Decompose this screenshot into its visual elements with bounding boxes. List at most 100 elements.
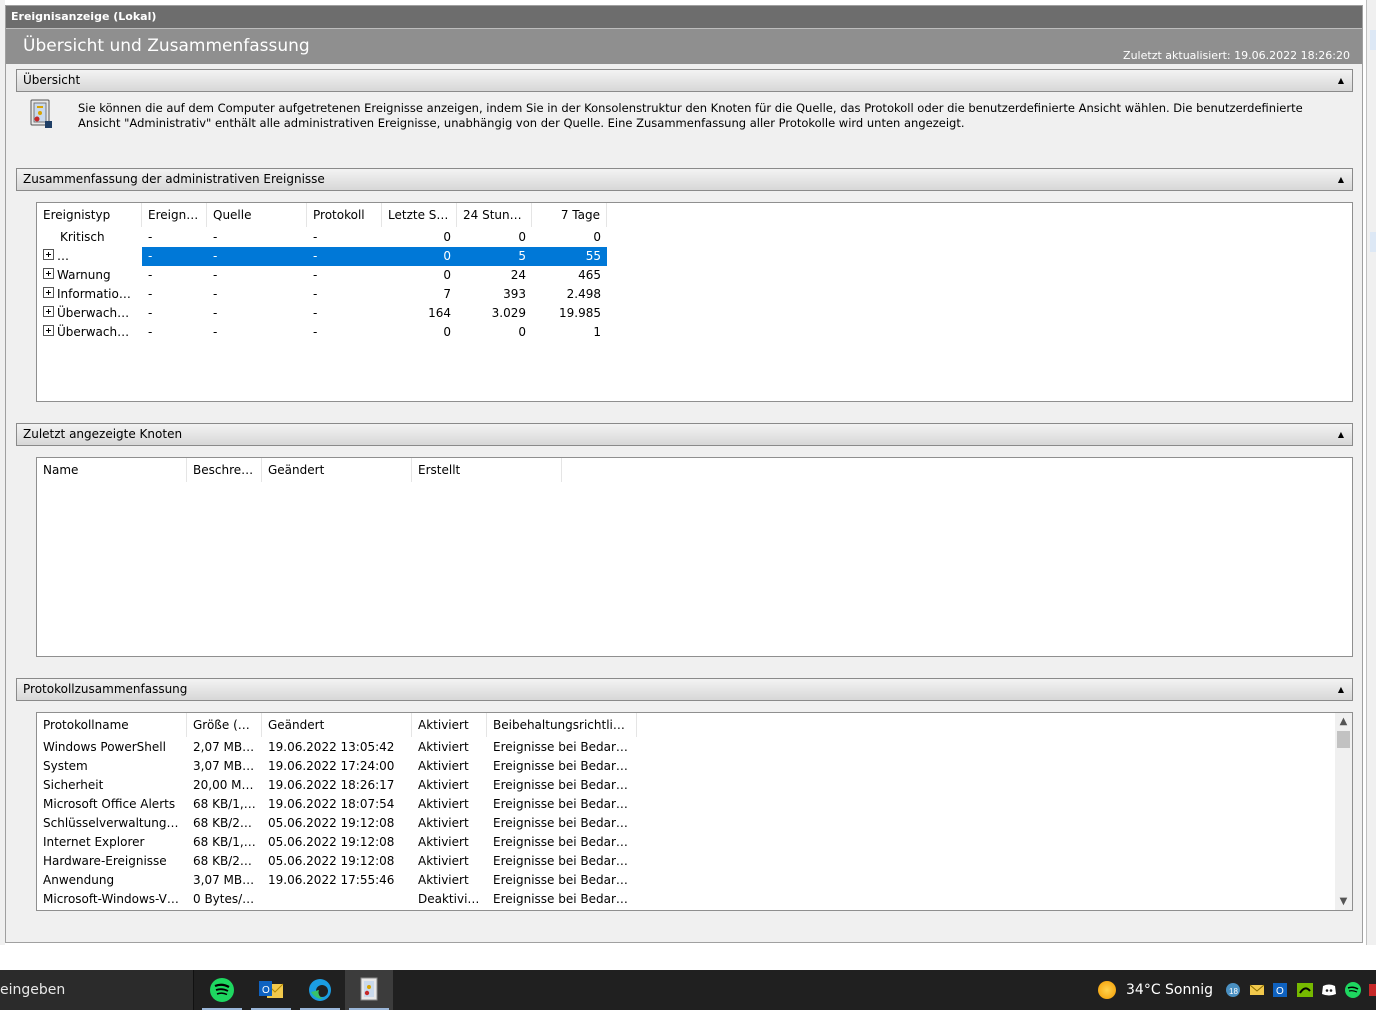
table-row[interactable]: Hardware-Ereignisse 68 KB/20 ... 05.06.202…: [37, 852, 637, 871]
cell-name: Schlüsselverwaltungsdie...: [43, 816, 187, 830]
scroll-down-icon[interactable]: ▼: [1335, 893, 1352, 910]
column-header-modified[interactable]: Geändert: [262, 713, 412, 737]
collapse-arrow-icon[interactable]: ▲: [1338, 424, 1344, 445]
edge-icon[interactable]: [296, 970, 344, 1010]
column-header-log[interactable]: Protokoll: [307, 203, 382, 227]
column-header-created[interactable]: Erstellt: [412, 458, 562, 482]
log-summary-scrollbar[interactable]: ▲ ▼: [1335, 713, 1352, 910]
cell-policy: Ereignisse bei Bedarf üb...: [493, 778, 637, 792]
table-row[interactable]: Anwendung 3,07 MB/2... 19.06.2022 17:55:46…: [37, 871, 637, 890]
table-row[interactable]: Warnung - - - 0 24 465: [37, 266, 607, 285]
cell-last-hour: 0: [382, 247, 457, 266]
column-header-event-id[interactable]: Ereignis...: [142, 203, 207, 227]
summary-header: Übersicht und Zusammenfassung Zuletzt ak…: [6, 28, 1362, 64]
recent-nodes-header-row: Name Beschreib... Geändert Erstellt: [37, 458, 562, 482]
column-header-7d[interactable]: 7 Tage: [532, 203, 607, 227]
expand-plus-icon[interactable]: [43, 249, 54, 260]
table-row[interactable]: Internet Explorer 68 KB/1,0... 05.06.2022 …: [37, 833, 637, 852]
cell-policy: Ereignisse bei Bedarf üb...: [493, 835, 637, 849]
expand-plus-icon[interactable]: [43, 306, 54, 317]
column-header-enabled[interactable]: Aktiviert: [412, 713, 487, 737]
log-summary-list[interactable]: Protokollname Größe (Ak... Geändert Akti…: [36, 712, 1353, 911]
column-header-retention[interactable]: Beibehaltungsrichtlinie: [487, 713, 637, 737]
expand-plus-icon[interactable]: [43, 287, 54, 298]
log-summary-header-row: Protokollname Größe (Ak... Geändert Akti…: [37, 713, 637, 737]
cell-name: Anwendung: [43, 873, 115, 887]
cell-modified: 05.06.2022 19:12:08: [268, 835, 395, 849]
cell-id: -: [142, 247, 207, 266]
section-header-admin-summary[interactable]: Zusammenfassung der administrativen Erei…: [16, 168, 1353, 191]
cell-enabled: Aktiviert: [418, 759, 469, 773]
nvidia-icon[interactable]: [1296, 981, 1314, 999]
event-viewer-window: Ereignisanzeige (Lokal) Übersicht und Zu…: [0, 0, 1376, 1010]
spotify-tray-icon[interactable]: [1344, 981, 1362, 999]
section-header-overview[interactable]: Übersicht ▲: [16, 69, 1353, 92]
weather-widget[interactable]: 34°C Sonnig: [1098, 970, 1213, 1010]
cell-modified: 05.06.2022 19:12:08: [268, 854, 395, 868]
outlook-icon[interactable]: O: [247, 970, 295, 1010]
cell-policy: Ereignisse bei Bedarf üb...: [493, 816, 637, 830]
expand-plus-icon[interactable]: [43, 325, 54, 336]
cell-name: Hardware-Ereignisse: [43, 854, 167, 868]
event-type-label: Informationen: [57, 287, 142, 301]
cell-last-hour: 0: [443, 268, 451, 282]
event-type-cell: Warnung: [37, 266, 142, 285]
column-header-description[interactable]: Beschreib...: [187, 458, 262, 482]
table-row[interactable]: Überwachun... - - -164 3.029 19.985: [37, 304, 607, 323]
more-icon[interactable]: [1368, 981, 1376, 999]
spotify-icon[interactable]: [198, 970, 246, 1010]
event-viewer-icon[interactable]: [345, 970, 393, 1010]
cell-h24: 5: [457, 247, 532, 266]
cell-policy: Ereignisse bei Bedarf üb...: [493, 892, 637, 906]
column-header-24h[interactable]: 24 Stunden: [457, 203, 532, 227]
section-title: Zusammenfassung der administrativen Erei…: [23, 172, 325, 186]
expand-plus-icon[interactable]: [43, 268, 54, 279]
column-header-log-name[interactable]: Protokollname: [37, 713, 187, 737]
column-header-type[interactable]: Ereignistyp: [37, 203, 142, 227]
cell-d7: 2.498: [566, 287, 601, 301]
table-row[interactable]: Microsoft Office Alerts 68 KB/1,0... 19.06…: [37, 795, 637, 814]
column-header-name[interactable]: Name: [37, 458, 187, 482]
mail-icon[interactable]: [1248, 981, 1266, 999]
log-summary-body: Protokollname Größe (Ak... Geändert Akti…: [16, 702, 1353, 927]
column-header-last-hour[interactable]: Letzte Stu...: [382, 203, 457, 227]
cell-id: -: [148, 325, 153, 339]
column-header-modified[interactable]: Geändert: [262, 458, 412, 482]
table-row[interactable]: System 3,07 MB/2... 19.06.2022 17:24:00 Akt…: [37, 757, 637, 776]
column-header-size[interactable]: Größe (Ak...: [187, 713, 262, 737]
cell-source: -: [213, 268, 218, 282]
collapse-arrow-icon[interactable]: ▲: [1338, 679, 1344, 700]
cell-h24: 0: [518, 230, 526, 244]
section-header-recent-nodes[interactable]: Zuletzt angezeigte Knoten ▲: [16, 423, 1353, 446]
table-row[interactable]: Windows PowerShell 2,07 MB/1... 19.06.2022…: [37, 738, 637, 757]
cell-log: -: [313, 325, 318, 339]
taskbar-search-box[interactable]: eingeben: [0, 970, 194, 1010]
discord-icon[interactable]: [1320, 981, 1338, 999]
network-badge-icon[interactable]: 18: [1224, 981, 1242, 999]
table-row[interactable]: Kritisch - - - 0 0 0: [37, 228, 607, 247]
cell-policy: Ereignisse bei Bedarf üb...: [493, 873, 637, 887]
pane-title: Ereignisanzeige (Lokal): [6, 6, 1362, 28]
admin-summary-list[interactable]: Ereignistyp Ereignis... Quelle Protokoll…: [36, 202, 1353, 402]
column-header-source[interactable]: Quelle: [207, 203, 307, 227]
collapse-arrow-icon[interactable]: ▲: [1338, 70, 1344, 91]
scroll-thumb[interactable]: [1337, 731, 1350, 748]
table-row[interactable]: Fehler - - -0 5 55: [37, 247, 607, 266]
cell-modified: 19.06.2022 17:55:46: [268, 873, 395, 887]
table-row[interactable]: Sicherheit 20,00 MB/... 19.06.2022 18:26:1…: [37, 776, 637, 795]
event-type-cell: Überwachun...: [37, 323, 142, 342]
collapse-arrow-icon[interactable]: ▲: [1338, 169, 1344, 190]
table-row[interactable]: Informationen - - -7 393 2.498: [37, 285, 607, 304]
scroll-up-icon[interactable]: ▲: [1335, 713, 1352, 730]
recent-nodes-list[interactable]: Name Beschreib... Geändert Erstellt: [36, 457, 1353, 657]
outlook-tray-icon[interactable]: O: [1272, 981, 1290, 999]
table-row[interactable]: Microsoft-Windows-Vpn... 0 Bytes/1,... Dea…: [37, 890, 637, 909]
cell-size: 68 KB/20 ...: [193, 854, 262, 868]
section-header-log-summary[interactable]: Protokollzusammenfassung ▲: [16, 678, 1353, 701]
cell-enabled: Aktiviert: [418, 797, 469, 811]
cell-name: Internet Explorer: [43, 835, 145, 849]
table-row[interactable]: Überwachun... - - -0 0 1: [37, 323, 607, 342]
cell-modified: [262, 890, 412, 909]
overview-body: Sie können die auf dem Computer aufgetre…: [16, 93, 1353, 155]
table-row[interactable]: Schlüsselverwaltungsdie... 68 KB/20 ... 05…: [37, 814, 637, 833]
